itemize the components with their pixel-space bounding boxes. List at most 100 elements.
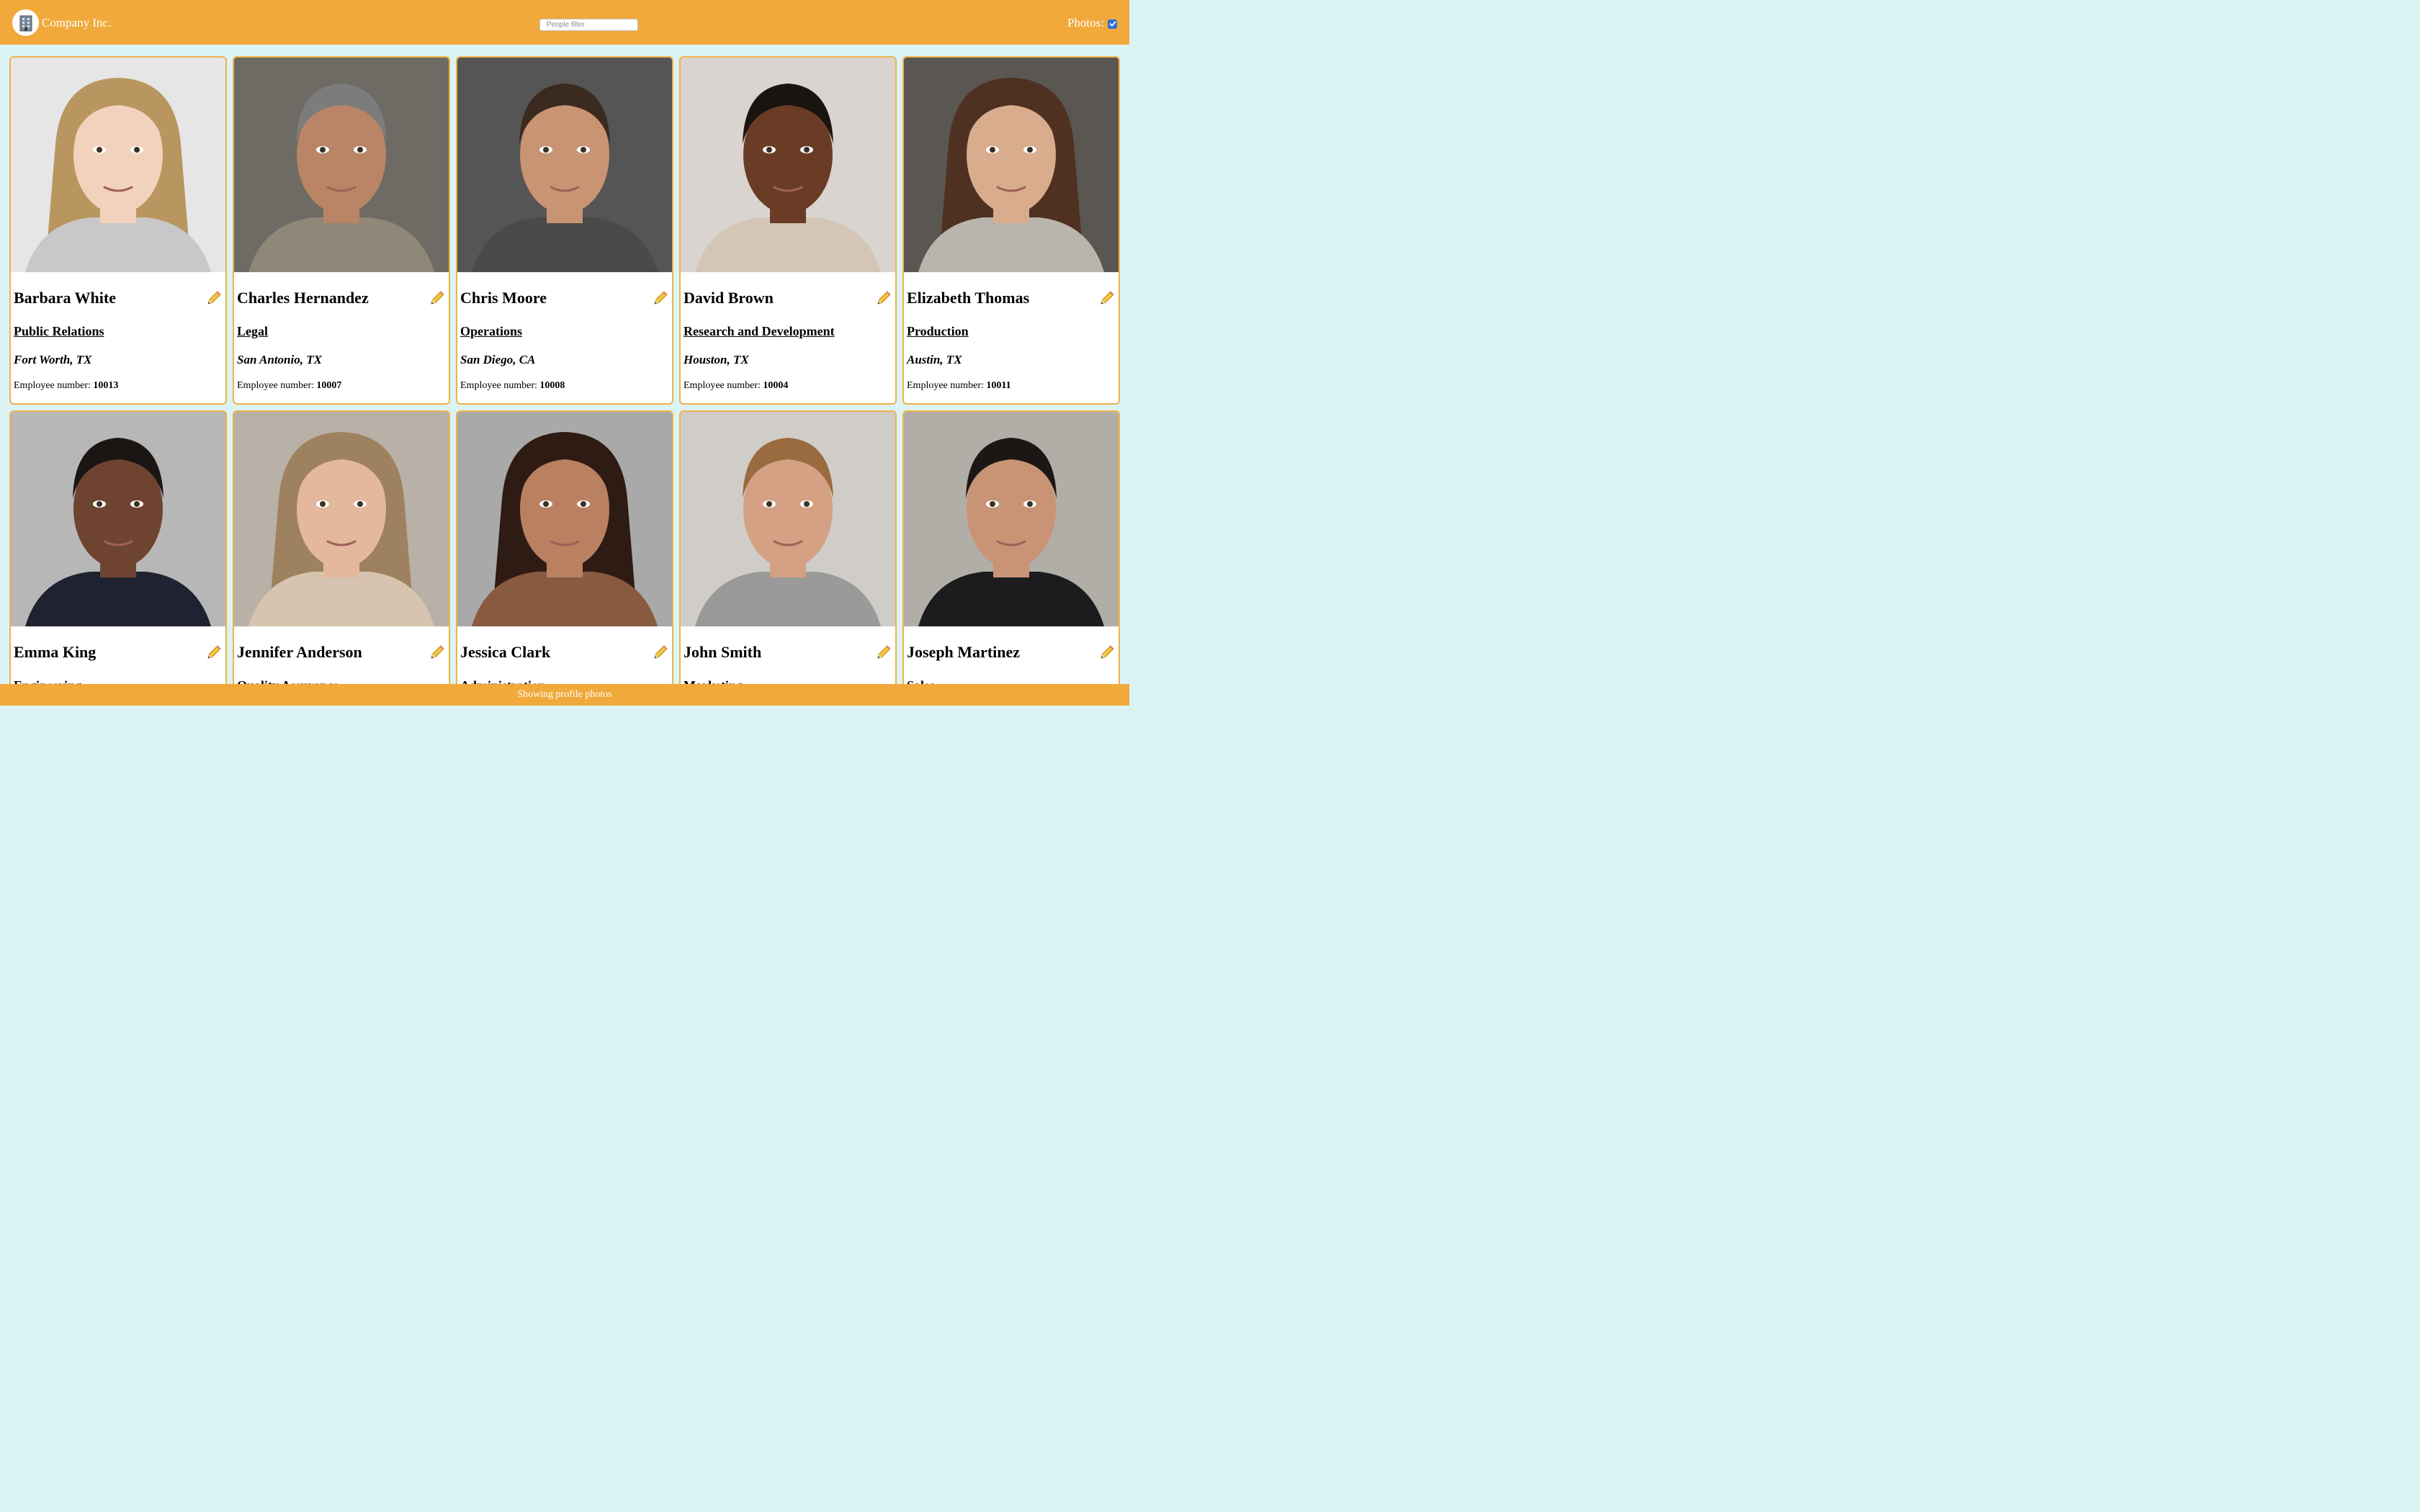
profile-photo-illustration <box>904 58 1119 272</box>
employee-name: Jennifer Anderson <box>237 643 362 661</box>
employee-number: Employee number: 10004 <box>684 379 788 392</box>
profile-photo <box>457 412 672 626</box>
department-link[interactable]: Administration <box>460 678 545 684</box>
employee-location: San Antonio, TX <box>237 353 322 366</box>
profile-photo <box>11 58 225 272</box>
employee-number: Employee number: 10007 <box>237 379 341 392</box>
department-link[interactable]: Engineering <box>14 678 81 684</box>
employee-number-label: Employee number: <box>237 380 314 391</box>
employee-number: Employee number: 10011 <box>907 379 1011 392</box>
photos-checkbox[interactable] <box>1108 19 1117 29</box>
profile-photo-illustration <box>904 412 1119 626</box>
employee-card[interactable]: Chris Moore Operations San Diego, CA Employ… <box>456 56 673 405</box>
pencil-icon[interactable] <box>205 644 223 661</box>
people-grid: Barbara White Public Relations Fort Worth,… <box>0 45 1129 684</box>
employee-number-label: Employee number: <box>14 380 91 391</box>
profile-photo <box>904 58 1119 272</box>
header-bar: Company Inc. Photos: <box>0 0 1129 45</box>
profile-photo <box>681 412 895 626</box>
edit-button[interactable] <box>652 644 669 661</box>
employee-name: Jessica Clark <box>460 643 551 661</box>
pencil-icon[interactable] <box>1098 644 1116 661</box>
edit-button[interactable] <box>875 289 892 307</box>
profile-photo <box>234 412 449 626</box>
profile-photo <box>904 412 1119 626</box>
employee-location: San Diego, CA <box>460 353 536 366</box>
department-link[interactable]: Production <box>907 323 969 339</box>
edit-button[interactable] <box>1098 289 1116 307</box>
pencil-icon[interactable] <box>205 289 223 307</box>
pencil-icon[interactable] <box>875 644 892 661</box>
employee-card[interactable]: Barbara White Public Relations Fort Worth,… <box>9 56 227 405</box>
employee-name: David Brown <box>684 289 774 307</box>
employee-number-value: 10004 <box>763 380 789 391</box>
employee-location: Austin, TX <box>907 353 962 366</box>
employee-number-value: 10011 <box>986 380 1011 391</box>
employee-card[interactable]: David Brown Research and Development Houst… <box>679 56 897 405</box>
department-link[interactable]: Public Relations <box>14 323 104 339</box>
employee-name: Elizabeth Thomas <box>907 289 1030 307</box>
employee-name: Charles Hernandez <box>237 289 369 307</box>
profile-photo-illustration <box>457 412 672 626</box>
pencil-icon[interactable] <box>429 289 446 307</box>
edit-button[interactable] <box>205 644 223 661</box>
employee-number-label: Employee number: <box>907 380 984 391</box>
profile-photo-illustration <box>681 58 895 272</box>
office-building-icon <box>19 15 32 31</box>
profile-photo-illustration <box>457 58 672 272</box>
employee-number: Employee number: 10008 <box>460 379 565 392</box>
employee-card[interactable]: Jennifer Anderson Quality Assurance <box>233 410 450 684</box>
employee-location: Houston, TX <box>684 353 749 366</box>
photos-label: Photos: <box>1067 16 1104 30</box>
profile-photo-illustration <box>11 412 225 626</box>
employee-card[interactable]: Jessica Clark Administration <box>456 410 673 684</box>
pencil-icon[interactable] <box>875 289 892 307</box>
edit-button[interactable] <box>875 644 892 661</box>
pencil-icon[interactable] <box>1098 289 1116 307</box>
employee-card[interactable]: Elizabeth Thomas Production Austin, TX Empl… <box>902 56 1120 405</box>
employee-number-label: Employee number: <box>684 380 761 391</box>
edit-button[interactable] <box>429 289 446 307</box>
department-link[interactable]: Research and Development <box>684 323 835 339</box>
employee-card[interactable]: John Smith Marketing <box>679 410 897 684</box>
company-name: Company Inc. <box>42 16 112 30</box>
profile-photo-illustration <box>11 58 225 272</box>
edit-button[interactable] <box>429 644 446 661</box>
pencil-icon[interactable] <box>652 289 669 307</box>
profile-photo <box>11 412 225 626</box>
company-logo <box>12 9 39 36</box>
profile-photo-illustration <box>681 412 895 626</box>
department-link[interactable]: Marketing <box>684 678 743 684</box>
people-filter-input[interactable] <box>539 19 638 31</box>
employee-name: John Smith <box>684 643 762 661</box>
department-link[interactable]: Sales <box>907 678 935 684</box>
profile-photo-illustration <box>234 412 449 626</box>
edit-button[interactable] <box>652 289 669 307</box>
department-link[interactable]: Legal <box>237 323 268 339</box>
photos-toggle[interactable]: Photos: <box>1067 14 1117 32</box>
employee-card[interactable]: Charles Hernandez Legal San Antonio, TX Emp… <box>233 56 450 405</box>
employee-number-value: 10008 <box>539 380 565 391</box>
employee-card[interactable]: Emma King Engineering <box>9 410 227 684</box>
employee-location: Fort Worth, TX <box>14 353 92 366</box>
employee-name: Barbara White <box>14 289 116 307</box>
edit-button[interactable] <box>205 289 223 307</box>
employee-number-value: 10007 <box>316 380 342 391</box>
checkmark-icon <box>1109 21 1116 27</box>
status-bar: Showing profile photos <box>0 684 1129 706</box>
pencil-icon[interactable] <box>652 644 669 661</box>
employee-card[interactable]: Joseph Martinez Sales <box>902 410 1120 684</box>
profile-photo <box>234 58 449 272</box>
profile-photo-illustration <box>234 58 449 272</box>
employee-name: Joseph Martinez <box>907 643 1021 661</box>
profile-photo <box>681 58 895 272</box>
department-link[interactable]: Operations <box>460 323 522 339</box>
edit-button[interactable] <box>1098 644 1116 661</box>
employee-number-label: Employee number: <box>460 380 537 391</box>
employee-number-value: 10013 <box>93 380 119 391</box>
department-link[interactable]: Quality Assurance <box>237 678 339 684</box>
employee-name: Emma King <box>14 643 97 661</box>
employee-name: Chris Moore <box>460 289 547 307</box>
pencil-icon[interactable] <box>429 644 446 661</box>
profile-photo <box>457 58 672 272</box>
